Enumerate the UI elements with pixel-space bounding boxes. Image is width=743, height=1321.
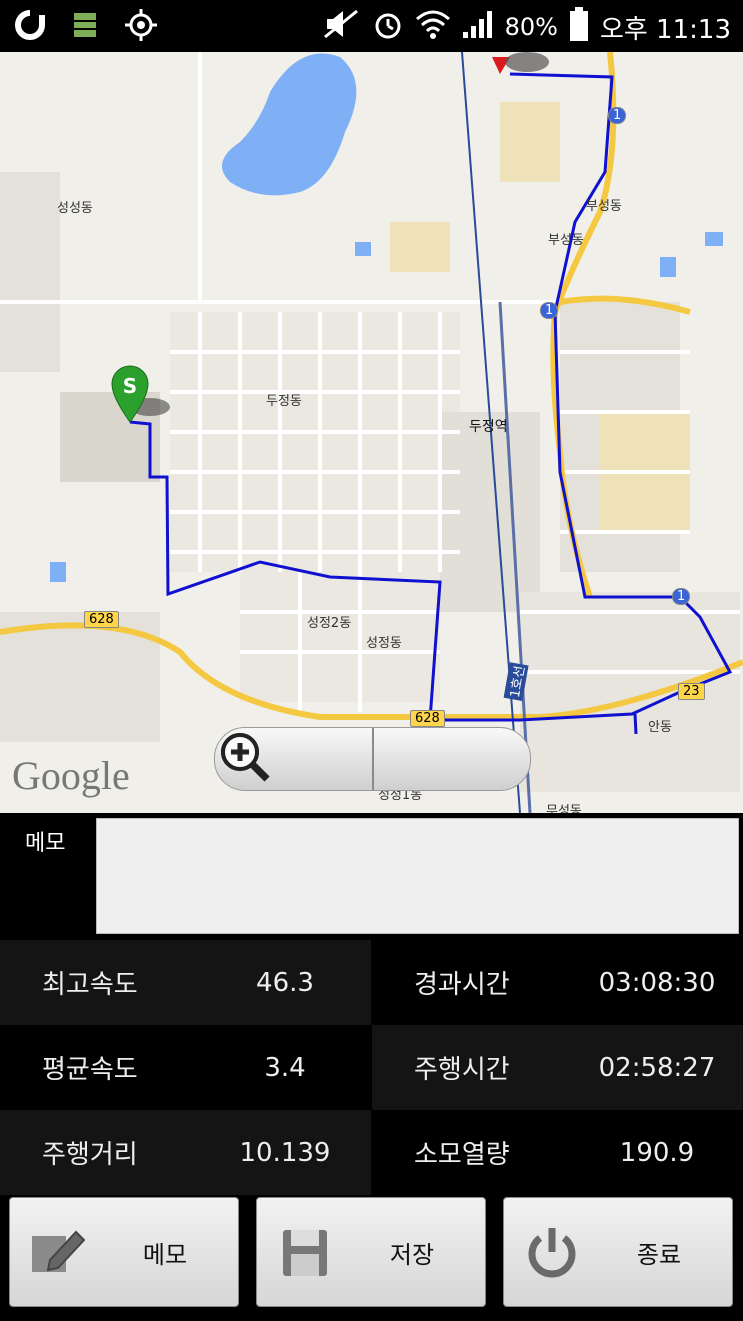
gps-icon: [124, 8, 158, 46]
zoom-in-button[interactable]: [221, 728, 531, 790]
stat-elapsed: 경과시간 03:08:30: [372, 940, 743, 1025]
stat-calories-value: 190.9: [619, 1137, 695, 1168]
edit-icon: [28, 1226, 88, 1280]
road-shield-1c: 1: [672, 588, 691, 605]
map-label-right: 안동: [648, 720, 672, 735]
stat-calories-label: 소모열량: [414, 1140, 510, 1170]
storage-icon: [72, 10, 98, 44]
map-label-seongseong: 성성동: [57, 201, 93, 216]
map-label-buseong-1: 부성동: [586, 199, 622, 214]
memo-button[interactable]: 메모: [9, 1197, 239, 1307]
memo-input[interactable]: [96, 818, 739, 934]
stat-distance-value: 10.139: [239, 1137, 331, 1168]
wifi-icon: [415, 7, 451, 47]
exit-button[interactable]: 종료: [503, 1197, 733, 1307]
map-label-buseong-2: 부성동: [548, 233, 584, 248]
stat-max-speed-value: 46.3: [256, 967, 314, 998]
map-canvas: S: [0, 52, 743, 813]
stat-avg-speed-value: 3.4: [264, 1052, 306, 1083]
signal-icon: [461, 8, 495, 46]
stat-moving-time-label: 주행시간: [414, 1055, 510, 1085]
road-shield-628a: 628: [84, 611, 119, 628]
google-logo: Google: [12, 753, 130, 798]
stats-grid: 최고속도 46.3 경과시간 03:08:30 평균속도 3.4 주행시간 02…: [0, 940, 743, 1195]
road-shield-628b: 628: [410, 710, 445, 727]
action-buttons: 메모 저장 종료: [0, 1195, 743, 1321]
road-shield-1b: 1: [540, 302, 559, 319]
stat-max-speed: 최고속도 46.3: [0, 940, 371, 1025]
status-bar: 80% 오후 11:13: [0, 0, 743, 52]
map-label-dujeong-station: 두정역: [469, 419, 508, 435]
zoom-controls: [214, 727, 531, 791]
save-button-label: 저장: [389, 1240, 435, 1269]
battery-percent: 80%: [504, 13, 558, 41]
stat-moving-time-value: 02:58:27: [598, 1052, 716, 1083]
stat-avg-speed: 평균속도 3.4: [0, 1025, 371, 1110]
map-view[interactable]: S 성성동 두정동 두정역 부성동 부성동 성정2동 성정동 무성동 성정1동 …: [0, 52, 743, 813]
clock: 오후 11:13: [599, 14, 731, 45]
save-icon: [275, 1226, 335, 1280]
road-shield-1a: 1: [608, 107, 627, 124]
stat-elapsed-label: 경과시간: [414, 970, 510, 1000]
stat-distance: 주행거리 10.139: [0, 1110, 371, 1195]
stat-max-speed-label: 최고속도: [42, 970, 138, 1000]
start-marker-letter: S: [123, 374, 137, 398]
map-label-seongjeong: 성정동: [366, 636, 402, 651]
memo-button-label: 메모: [142, 1240, 188, 1269]
stat-elapsed-value: 03:08:30: [598, 967, 716, 998]
alarm-icon: [371, 7, 405, 47]
map-label-museong: 무성동: [546, 804, 582, 813]
road-shield-23: 23: [678, 683, 705, 700]
stat-avg-speed-label: 평균속도: [42, 1055, 138, 1085]
o-icon: [14, 9, 46, 45]
map-label-seongjeong2: 성정2동: [307, 616, 352, 631]
save-button[interactable]: 저장: [256, 1197, 486, 1307]
mute-icon: [321, 7, 361, 47]
battery-icon: [568, 6, 590, 48]
memo-label: 메모: [25, 831, 66, 856]
exit-button-label: 종료: [636, 1240, 682, 1269]
memo-row: 메모: [0, 813, 743, 940]
stat-calories: 소모열량 190.9: [372, 1110, 743, 1195]
map-label-dujeong: 두정동: [266, 394, 302, 409]
stat-moving-time: 주행시간 02:58:27: [372, 1025, 743, 1110]
stat-distance-label: 주행거리: [42, 1140, 138, 1170]
power-icon: [522, 1226, 582, 1280]
